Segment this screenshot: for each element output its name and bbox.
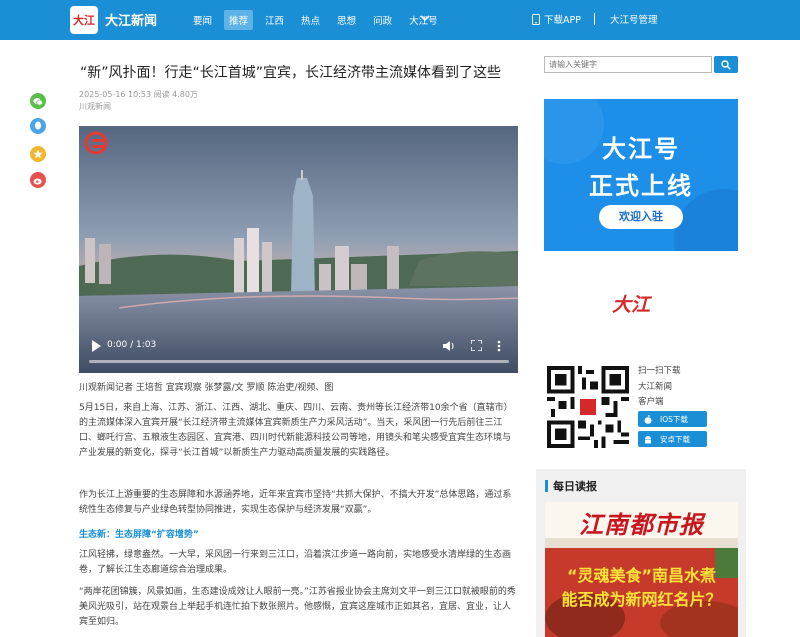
article-paragraph: 作为长江上游重要的生态屏障和水源涵养地，近年来宜宾市坚持“共抓大保护、不搞大开发…	[79, 490, 512, 515]
article-paragraph: “两岸花团锦簇，风景如画，生态建设成效让人眼前一亮。”江苏省报业协会主席刘文平一…	[79, 587, 516, 627]
heading-accent-bar	[545, 480, 548, 492]
article-paragraph: 5月15日，来自上海、江苏、浙江、江西、湖北、重庆、四川、云南、贵州等长江经济带…	[79, 403, 513, 458]
banner-line1: 大江号	[602, 135, 680, 163]
chevron-down-icon[interactable]	[418, 11, 432, 25]
banner-line2: 正式上线	[589, 172, 693, 200]
wechat-icon	[33, 97, 43, 105]
logo-text: 大江	[73, 14, 95, 27]
apple-icon	[644, 414, 652, 424]
qzone-icon	[33, 149, 43, 159]
app-name-text: 大江新闻	[638, 382, 673, 392]
more-options-icon[interactable]	[497, 340, 501, 352]
daily-newspaper-heading: 每日读报	[545, 478, 597, 494]
nav-item-yaowen[interactable]: 要闻	[188, 10, 217, 30]
weibo-icon	[33, 178, 42, 184]
video-progress-track[interactable]	[89, 360, 509, 363]
brand-name[interactable]: 大江新闻	[105, 10, 157, 29]
dajiang-red-logo: 大江	[612, 294, 651, 316]
nav-item-redian[interactable]: 热点	[296, 10, 325, 30]
article-meta: 2025-05-16 10:53 阅读 4.80万	[79, 90, 198, 99]
nav-item-sixiang[interactable]: 思想	[332, 10, 361, 30]
newspaper-thumbnail[interactable]: 江南都市报 “灵魂美食”南昌水煮 能否成为新网红名片？	[545, 502, 738, 637]
nav-item-jiangxi[interactable]: 江西	[260, 10, 289, 30]
video-controls: 0:00 / 1:03	[79, 333, 518, 373]
share-weibo-button[interactable]	[30, 172, 46, 188]
article-title: “新”风扑面！行走“长江首城”宜宾，长江经济带主流媒体看到了这些	[80, 65, 502, 81]
newspaper-masthead-strip	[545, 538, 738, 548]
video-time: 0:00 / 1:03	[107, 340, 157, 350]
share-qq-button[interactable]	[30, 118, 46, 134]
share-wechat-button[interactable]	[30, 93, 46, 109]
nav-item-tuijian[interactable]: 推荐	[224, 10, 254, 30]
main-nav: 要闻 推荐 江西 热点 思想 问政 大江号	[188, 10, 450, 30]
article-caption: 川观新闻记者 王培哲 宜宾观察 张梦露/文 罗顺 陈治吏/视频、图	[79, 383, 334, 393]
android-download-label: 安卓下载	[660, 434, 690, 444]
join-button-label: 欢迎入驻	[619, 210, 663, 223]
search-button[interactable]	[714, 56, 738, 73]
android-icon	[645, 435, 651, 443]
article-source: 川观新闻	[79, 102, 111, 111]
join-button[interactable]: 欢迎入驻	[599, 205, 683, 229]
dajianghao-banner[interactable]: 大江号 正式上线 欢迎入驻	[544, 99, 738, 251]
fullscreen-icon[interactable]	[471, 340, 482, 351]
article-paragraph: 江风轻拂，绿意盎然。一大早，采风团一行来到三江口，沿着滨江步道一路向前，实地感受…	[79, 550, 512, 575]
ios-download-button[interactable]: IOS下载	[638, 411, 707, 427]
nav-divider	[594, 13, 595, 25]
article-subheading: 生态新：生态屏障“扩容增势”	[79, 530, 199, 540]
daily-newspaper-title: 每日读报	[553, 480, 597, 493]
search-input[interactable]	[544, 56, 712, 73]
newspaper-headline-1: “灵魂美食”南昌水煮	[566, 566, 717, 585]
ios-download-label: IOS下载	[660, 414, 688, 424]
play-icon[interactable]	[91, 340, 101, 352]
volume-icon[interactable]	[443, 340, 455, 352]
nav-item-wenzheng[interactable]: 问政	[368, 10, 397, 30]
download-app-label: 下载APP	[544, 15, 581, 26]
video-player[interactable]: 0:00 / 1:03	[79, 126, 518, 373]
account-manage-link[interactable]: 大江号管理	[610, 12, 658, 26]
download-app-link[interactable]: 下载APP	[532, 12, 581, 26]
android-download-button[interactable]: 安卓下载	[638, 431, 707, 447]
site-logo[interactable]: 大江	[70, 6, 98, 34]
qq-icon	[35, 121, 41, 130]
scan-download-text: 扫一扫下载	[638, 366, 681, 376]
share-qzone-button[interactable]	[30, 146, 46, 162]
newspaper-name: 江南都市报	[579, 510, 704, 539]
phone-icon	[532, 13, 540, 25]
qr-code	[547, 366, 629, 448]
client-text: 客户端	[638, 397, 664, 407]
search-icon	[721, 59, 731, 70]
newspaper-headline-2: 能否成为新网红名片？	[561, 590, 722, 609]
